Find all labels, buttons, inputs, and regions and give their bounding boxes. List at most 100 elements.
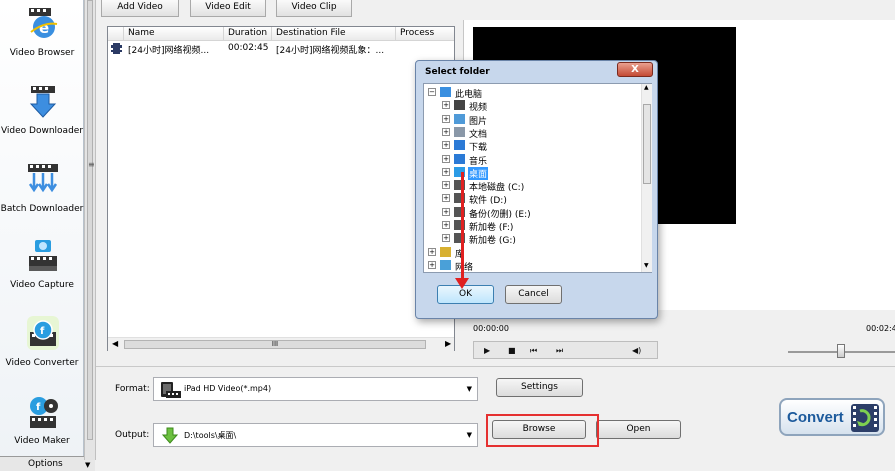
tree-scrollbar[interactable]: ▲ ▼ — [641, 84, 652, 272]
options-dropdown[interactable]: Options ▼ — [0, 456, 95, 471]
tree-item[interactable]: + 软件 (D:) — [424, 192, 639, 207]
scroll-up-icon[interactable]: ▲ — [644, 84, 649, 91]
camera-capture-icon — [29, 240, 57, 271]
tree-item[interactable]: + 视频 — [424, 99, 639, 113]
sidebar-item-video-maker[interactable]: f Video Maker — [0, 394, 84, 464]
ipad-format-icon — [161, 382, 181, 398]
scrollbar-thumb[interactable] — [643, 104, 651, 184]
stop-icon[interactable]: ■ — [508, 346, 516, 355]
svg-text:f: f — [36, 402, 41, 413]
tree-item[interactable]: + 音乐 — [424, 153, 639, 167]
sidebar-item-label: Video Browser — [9, 48, 75, 58]
tree-item[interactable]: + 本地磁盘 (C:) — [424, 179, 639, 193]
folder-tree[interactable]: ▲ ▼ − 此电脑 + 视频 + 图片 + 文档 + 下载 + 音乐 + 桌面 + 本地磁盘 (C:) + 软件 … — [423, 83, 652, 273]
video-folder-icon — [454, 100, 465, 111]
annotation-arrow — [461, 172, 464, 282]
header-process[interactable]: Process — [396, 27, 454, 41]
header-destination[interactable]: Destination File — [272, 27, 396, 41]
sidebar-item-video-converter[interactable]: f Video Converter — [0, 316, 84, 386]
tree-item[interactable]: + 新加卷 (F:) — [424, 219, 639, 233]
chevron-down-icon[interactable]: ▼ — [467, 431, 472, 439]
output-label: Output: — [115, 430, 150, 440]
expand-icon[interactable]: + — [442, 234, 450, 243]
tree-item-label: 软件 (D:) — [469, 196, 507, 207]
prev-frame-icon[interactable]: ⏮ — [530, 346, 537, 356]
scrollbar-thumb[interactable]: III — [124, 340, 426, 349]
expand-icon[interactable]: + — [442, 167, 450, 176]
file-list[interactable]: Name Duration Destination File Process [… — [107, 26, 455, 351]
tree-item[interactable]: + 文档 — [424, 126, 639, 140]
sidebar-item-video-browser[interactable]: e Video Browser — [0, 6, 84, 76]
sidebar-item-batch-downloader[interactable]: Batch Downloader — [0, 162, 84, 232]
sidebar-scrollbar[interactable]: ≡ — [84, 0, 96, 460]
next-frame-icon[interactable]: ⏭ — [556, 346, 563, 356]
expand-icon[interactable]: + — [442, 127, 450, 136]
annotation-arrowhead — [455, 278, 469, 289]
open-button[interactable]: Open — [596, 420, 681, 439]
convert-button[interactable]: Convert — [779, 398, 885, 436]
expand-icon[interactable]: + — [442, 194, 450, 203]
computer-icon — [440, 87, 451, 97]
tree-item[interactable]: + 下载 — [424, 139, 639, 153]
pictures-folder-icon — [454, 113, 465, 124]
tree-item-label: 网络 — [455, 262, 474, 273]
expand-icon[interactable]: + — [442, 114, 450, 123]
sidebar-item-label: Video Downloader — [0, 126, 84, 136]
output-path-value: D:\tools\桌面\ — [184, 431, 237, 440]
tree-item[interactable]: + 新加卷 (G:) — [424, 232, 639, 246]
chevron-down-icon[interactable]: ▼ — [467, 385, 472, 393]
settings-button[interactable]: Settings — [496, 378, 583, 397]
play-icon[interactable]: ▶ — [484, 346, 490, 355]
converter-icon: f — [27, 316, 59, 350]
tab-video-edit[interactable]: Video Edit — [190, 0, 266, 17]
row-duration: 00:02:45 — [228, 43, 269, 53]
time-total: 00:02:4 — [866, 324, 895, 333]
collapse-icon[interactable]: − — [428, 88, 436, 96]
expand-icon[interactable]: + — [442, 207, 450, 216]
expand-icon[interactable]: + — [442, 101, 450, 110]
expand-icon[interactable]: + — [428, 247, 436, 256]
svg-text:e: e — [39, 19, 49, 37]
volume-icon[interactable]: ◀) — [632, 346, 641, 355]
sidebar-item-label: Video Capture — [10, 280, 74, 290]
tab-add-video[interactable]: Add Video — [101, 0, 179, 17]
cancel-button[interactable]: Cancel — [505, 285, 562, 304]
browse-highlight-annotation — [486, 414, 599, 447]
tree-item[interactable]: + 桌面 — [424, 166, 639, 180]
output-path-field[interactable]: D:\tools\桌面\ ▼ — [153, 423, 478, 447]
header-duration[interactable]: Duration — [224, 27, 272, 41]
sidebar-item-label: Batch Downloader — [0, 204, 84, 214]
sidebar-item-label: Video Converter — [5, 358, 79, 368]
grip-icon: ≡ — [88, 160, 95, 169]
tree-item[interactable]: + 库 — [424, 246, 639, 260]
header-name[interactable]: Name — [124, 27, 224, 41]
sidebar-item-video-downloader[interactable]: Video Downloader — [0, 84, 84, 154]
tree-item[interactable]: + 网络 — [424, 259, 639, 273]
expand-icon[interactable]: + — [428, 260, 436, 269]
tree-item[interactable]: + 图片 — [424, 113, 639, 127]
tree-item-label: 此电脑 — [455, 90, 483, 100]
scroll-down-icon[interactable]: ▼ — [644, 262, 649, 269]
close-button[interactable]: X — [617, 62, 653, 77]
format-select[interactable]: iPad HD Video(*.mp4) ▼ — [153, 377, 478, 401]
tree-item[interactable]: − 此电脑 — [424, 86, 639, 100]
expand-icon[interactable]: + — [442, 154, 450, 163]
volume-slider-thumb[interactable] — [837, 344, 845, 358]
table-row[interactable]: [24小时]网络视频... 00:02:45 [24小时]网络视频乱象：... — [108, 42, 454, 56]
tree-item[interactable]: + 备份(勿删) (E:) — [424, 206, 639, 220]
tree-item-label: 图片 — [469, 116, 488, 127]
tree-item-label: 文档 — [469, 129, 488, 140]
scroll-left-icon[interactable]: ◀ — [112, 339, 118, 348]
expand-icon[interactable]: + — [442, 141, 450, 150]
expand-icon[interactable]: + — [442, 181, 450, 190]
scrollbar-thumb[interactable] — [87, 0, 93, 440]
row-name: [24小时]网络视频... — [128, 46, 210, 56]
library-icon — [440, 246, 451, 257]
globe-video-icon: e — [29, 8, 58, 38]
list-header: Name Duration Destination File Process — [108, 27, 454, 41]
horizontal-scrollbar[interactable]: ◀ III ▶ — [108, 337, 454, 351]
tab-video-clip[interactable]: Video Clip — [276, 0, 352, 17]
expand-icon[interactable]: + — [442, 221, 450, 229]
sidebar-item-video-capture[interactable]: Video Capture — [0, 238, 84, 308]
scroll-right-icon[interactable]: ▶ — [445, 339, 451, 348]
